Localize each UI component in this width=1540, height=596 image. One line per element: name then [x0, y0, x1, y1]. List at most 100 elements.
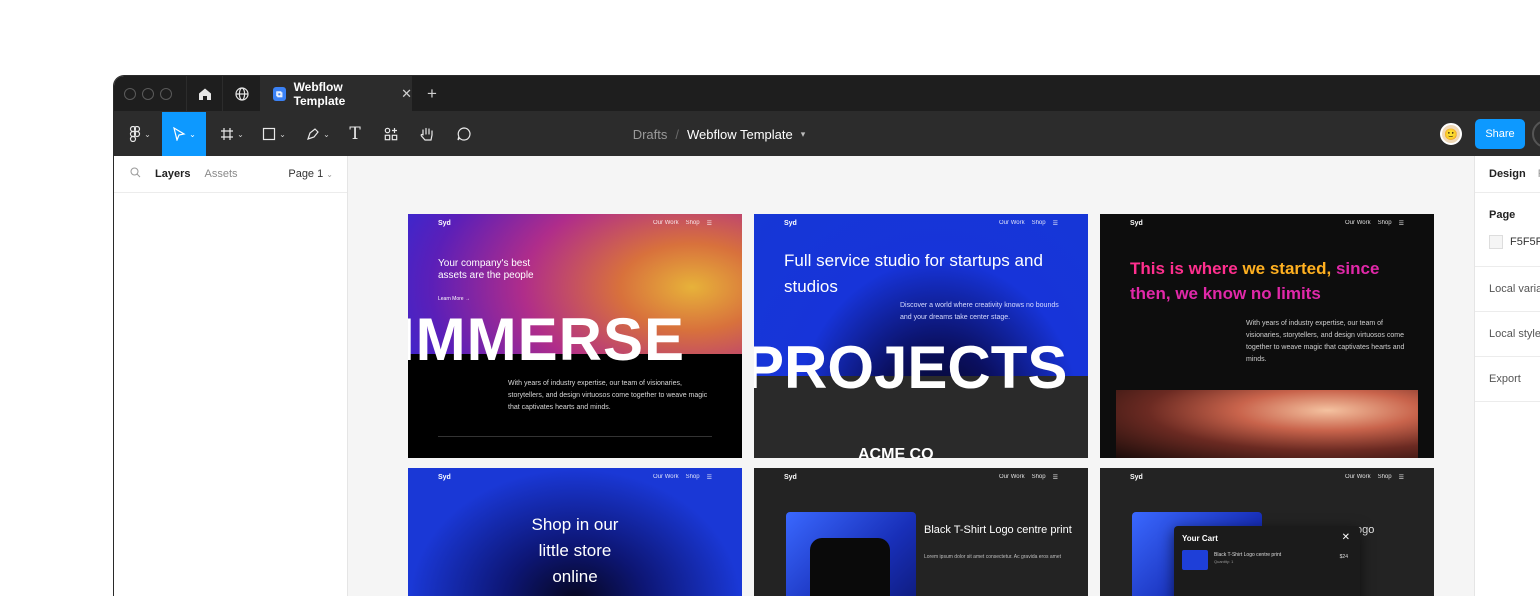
page-section: Page F5F5F5 [1475, 193, 1540, 267]
page-selector[interactable]: Page 1 ⌄ [288, 168, 333, 180]
breadcrumb-separator: / [675, 126, 679, 142]
home-tab[interactable] [186, 76, 222, 112]
menu-icon: ☰ [1052, 220, 1058, 227]
figma-window: ⧉ Webflow Template ✕ + ⌄ ⌄ ⌄ ⌄ ⌄ T Draft… [114, 76, 1540, 596]
nav-link-shop: Shop [1377, 473, 1392, 480]
nav-link-shop: Shop [1031, 473, 1046, 480]
page-color-row[interactable]: F5F5F5 [1489, 235, 1540, 249]
frame-shop[interactable]: Syd Our Work Shop ☰ Shop in our little sto… [408, 468, 742, 596]
frame-heading: Shop in our little store online [531, 515, 619, 586]
frame-cart[interactable]: Syd Our Work Shop ☰ ogo Your Cart ✕ Black … [1100, 468, 1434, 596]
frame-nav: Syd Our Work Shop ☰ [1100, 468, 1434, 486]
heading-part-2: we started, [1242, 259, 1332, 278]
menu-icon: ☰ [706, 220, 712, 227]
syd-logo: Syd [1130, 219, 1143, 227]
local-styles-row[interactable]: Local styles [1475, 312, 1540, 357]
acme-logo-text: ACME CO [858, 446, 934, 458]
nav-link-shop: Shop [1031, 219, 1046, 226]
export-label: Export [1489, 373, 1521, 385]
breadcrumb-drafts[interactable]: Drafts [633, 127, 668, 142]
cart-item-name: Black T-Shirt Logo centre print [1214, 552, 1282, 558]
menu-icon: ☰ [1052, 474, 1058, 481]
frame-heading: Your company's best assets are the peopl… [438, 258, 534, 281]
close-window-button[interactable] [124, 88, 136, 100]
nav-link-shop: Shop [685, 473, 700, 480]
figma-file-icon: ⧉ [273, 87, 286, 101]
syd-logo: Syd [438, 473, 451, 481]
avatar[interactable]: 🙂 [1440, 123, 1462, 145]
user-menu-button[interactable] [1532, 120, 1540, 148]
window-controls [124, 88, 172, 100]
local-variables-row[interactable]: Local variables [1475, 267, 1540, 312]
page-selector-label: Page 1 [288, 168, 324, 180]
nav-link-our-work: Our Work [1345, 219, 1371, 226]
frame-big-word: PROJECTS [754, 334, 1068, 401]
cart-item-thumbnail [1182, 550, 1208, 570]
frame-nav-links: Our Work Shop ☰ [1345, 220, 1404, 227]
menu-icon: ☰ [1398, 220, 1404, 227]
close-tab-icon[interactable]: ✕ [401, 86, 412, 102]
cart-item-quantity: Quantity: 1 [1214, 559, 1234, 564]
tab-layers[interactable]: Layers [155, 168, 190, 180]
nav-link-our-work: Our Work [999, 219, 1025, 226]
layers-panel: Layers Assets Page 1 ⌄ [114, 156, 348, 596]
new-tab-button[interactable]: + [420, 76, 444, 112]
share-button[interactable]: Share [1475, 119, 1525, 149]
page-section-title: Page [1489, 209, 1516, 221]
frame-body-text: With years of industry expertise, our te… [508, 380, 708, 411]
close-icon: ✕ [1341, 532, 1350, 543]
product-image [786, 512, 916, 596]
home-icon [198, 88, 211, 100]
local-variables-label: Local variables [1489, 283, 1540, 295]
nav-link-our-work: Our Work [653, 219, 679, 226]
chevron-down-icon[interactable]: ▾ [801, 129, 806, 140]
syd-logo: Syd [784, 219, 797, 227]
heading-part-1: This is where [1130, 259, 1243, 278]
file-tab[interactable]: ⧉ Webflow Template ✕ [260, 76, 412, 112]
menu-icon: ☰ [706, 474, 712, 481]
frame-projects[interactable]: Syd Our Work Shop ☰ Full service studio fo… [754, 214, 1088, 458]
frame-nav-links: Our Work Shop ☰ [653, 220, 712, 227]
tab-assets[interactable]: Assets [204, 168, 237, 180]
search-icon[interactable] [130, 167, 141, 181]
page-color-value[interactable]: F5F5F5 [1510, 236, 1540, 248]
nav-link-shop: Shop [1377, 219, 1392, 226]
learn-more-link: Learn More → [438, 296, 470, 302]
globe-icon [234, 87, 249, 101]
tshirt-shape [810, 538, 890, 596]
frame-subtext: Discover a world where creativity knows … [900, 302, 1059, 321]
frame-nav-links: Our Work Shop ☰ [1345, 474, 1404, 481]
cloud-image [1116, 390, 1418, 458]
community-tab[interactable] [222, 76, 260, 112]
frame-product[interactable]: Syd Our Work Shop ☰ Black T-Shirt Logo cen… [754, 468, 1088, 596]
maximize-window-button[interactable] [160, 88, 172, 100]
frame-heading: Full service studio for startups and stu… [784, 251, 1043, 296]
properties-tabs: Design P [1475, 156, 1540, 193]
frame-nav-links: Our Work Shop ☰ [999, 474, 1058, 481]
minimize-window-button[interactable] [142, 88, 154, 100]
frame-immerse[interactable]: Syd Our Work Shop ☰ Your company's best as… [408, 214, 742, 458]
frame-nav: Syd Our Work Shop ☰ [1100, 214, 1434, 232]
frame-this-is-where[interactable]: Syd Our Work Shop ☰ This is where we start… [1100, 214, 1434, 458]
color-swatch[interactable] [1489, 235, 1503, 249]
cart-drawer: Your Cart ✕ Black T-Shirt Logo centre pr… [1174, 526, 1360, 596]
syd-logo: Syd [1130, 473, 1143, 481]
tab-design[interactable]: Design [1489, 168, 1526, 180]
frame-big-word: IMMERSE [408, 306, 686, 373]
cart-title: Your Cart [1182, 534, 1218, 543]
product-title: Black T-Shirt Logo centre print [924, 524, 1072, 536]
breadcrumb: Drafts / Webflow Template ▾ [114, 112, 1439, 156]
menu-icon: ☰ [1398, 474, 1404, 481]
frame-nav: Syd Our Work Shop ☰ [754, 468, 1088, 486]
frame-nav: Syd Our Work Shop ☰ [408, 214, 742, 232]
frame-nav-links: Our Work Shop ☰ [999, 220, 1058, 227]
cart-item-price: $24 [1339, 554, 1348, 560]
nav-link-our-work: Our Work [999, 473, 1025, 480]
tab-bar: ⧉ Webflow Template ✕ + [114, 76, 1540, 112]
canvas[interactable]: Syd Our Work Shop ☰ Your company's best as… [348, 156, 1474, 596]
divider [438, 436, 712, 437]
export-row[interactable]: Export [1475, 357, 1540, 402]
frame-nav-links: Our Work Shop ☰ [653, 474, 712, 481]
file-tab-title: Webflow Template [293, 80, 346, 108]
breadcrumb-file-name[interactable]: Webflow Template [687, 127, 793, 142]
